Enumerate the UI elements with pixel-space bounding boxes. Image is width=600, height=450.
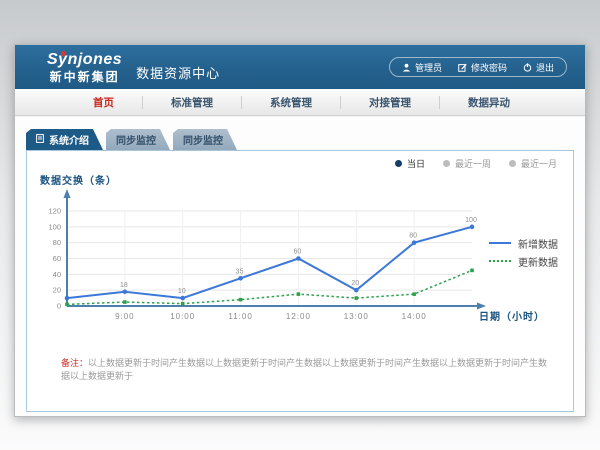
- svg-text:11:00: 11:00: [228, 312, 252, 321]
- svg-text:80: 80: [53, 238, 61, 247]
- svg-text:20: 20: [351, 280, 359, 287]
- footnote-text: 以上数据更新于时间产生数据以上数据更新于时间产生数据以上数据更新于时间产生数据以…: [61, 358, 547, 381]
- x-axis-title: 日期（小时）: [479, 308, 545, 323]
- svg-text:10: 10: [178, 288, 186, 295]
- nav-item-data-change[interactable]: 数据异动: [440, 95, 538, 110]
- svg-text:14:00: 14:00: [402, 312, 427, 321]
- tab-bar: 系统介绍 同步监控 同步监控: [26, 129, 240, 150]
- svg-text:18: 18: [120, 282, 128, 289]
- document-icon: [36, 134, 44, 146]
- logout-icon: [523, 63, 532, 72]
- tab-sync-monitor-2-label: 同步监控: [183, 132, 223, 147]
- brand-logo: Synjones 新中新集团: [47, 52, 122, 83]
- edit-icon: [458, 63, 467, 72]
- app-header: Synjones 新中新集团 数据资源中心 管理员 修改密码: [15, 45, 585, 89]
- footnote: 备注：以上数据更新于时间产生数据以上数据更新于时间产生数据以上数据更新于时间产生…: [61, 357, 553, 382]
- svg-text:35: 35: [236, 268, 244, 275]
- page-title: 数据资源中心: [136, 63, 220, 82]
- change-password-button[interactable]: 修改密码: [458, 61, 507, 74]
- dotted-line-icon: [489, 260, 511, 262]
- legend-new-data-label: 新增数据: [518, 236, 558, 251]
- user-bar: 管理员 修改密码 退出: [389, 57, 567, 77]
- chart-legend: 新增数据 更新数据: [489, 234, 558, 270]
- logout-button[interactable]: 退出: [523, 61, 554, 74]
- tab-system-intro-label: 系统介绍: [49, 132, 89, 147]
- svg-text:80: 80: [409, 233, 417, 240]
- svg-text:100: 100: [48, 222, 61, 231]
- svg-text:120: 120: [48, 207, 61, 216]
- svg-text:9:00: 9:00: [115, 312, 135, 321]
- solid-line-icon: [489, 242, 511, 244]
- app-window: Synjones 新中新集团 数据资源中心 管理员 修改密码: [14, 44, 586, 417]
- svg-text:13:00: 13:00: [344, 312, 369, 321]
- nav-item-home[interactable]: 首页: [65, 95, 142, 110]
- svg-text:100: 100: [465, 217, 477, 224]
- content-area: 系统介绍 同步监控 同步监控 当日 最近一周: [15, 117, 585, 416]
- brand-logo-text: Synjones: [47, 52, 122, 68]
- tab-system-intro[interactable]: 系统介绍: [26, 129, 103, 150]
- nav-item-interface-management[interactable]: 对接管理: [341, 95, 439, 110]
- footnote-prefix: 备注：: [61, 358, 88, 368]
- svg-text:10:00: 10:00: [170, 312, 195, 321]
- svg-text:0: 0: [57, 302, 61, 311]
- svg-text:60: 60: [294, 249, 302, 256]
- brand-company-name: 新中新集团: [47, 71, 122, 83]
- logout-label: 退出: [536, 61, 554, 74]
- chart-panel: 当日 最近一周 最近一月 数据交换（条） 0204060801001209:00…: [26, 150, 574, 412]
- svg-text:20: 20: [53, 286, 61, 295]
- tab-sync-monitor-1-label: 同步监控: [116, 132, 156, 147]
- svg-text:12:00: 12:00: [286, 312, 311, 321]
- legend-item-updated-data[interactable]: 更新数据: [489, 252, 558, 270]
- nav-item-standard-management[interactable]: 标准管理: [143, 95, 241, 110]
- change-password-label: 修改密码: [471, 61, 507, 74]
- svg-text:60: 60: [53, 254, 61, 263]
- user-icon: [402, 63, 411, 72]
- svg-text:40: 40: [53, 270, 61, 279]
- main-nav: 首页 标准管理 系统管理 对接管理 数据异动: [15, 89, 585, 116]
- admin-user-button[interactable]: 管理员: [402, 61, 442, 74]
- legend-updated-data-label: 更新数据: [518, 254, 558, 269]
- tab-sync-monitor-2[interactable]: 同步监控: [173, 129, 237, 150]
- admin-user-label: 管理员: [415, 61, 442, 74]
- nav-item-system-management[interactable]: 系统管理: [242, 95, 340, 110]
- tab-sync-monitor-1[interactable]: 同步监控: [106, 129, 170, 150]
- legend-item-new-data[interactable]: 新增数据: [489, 234, 558, 252]
